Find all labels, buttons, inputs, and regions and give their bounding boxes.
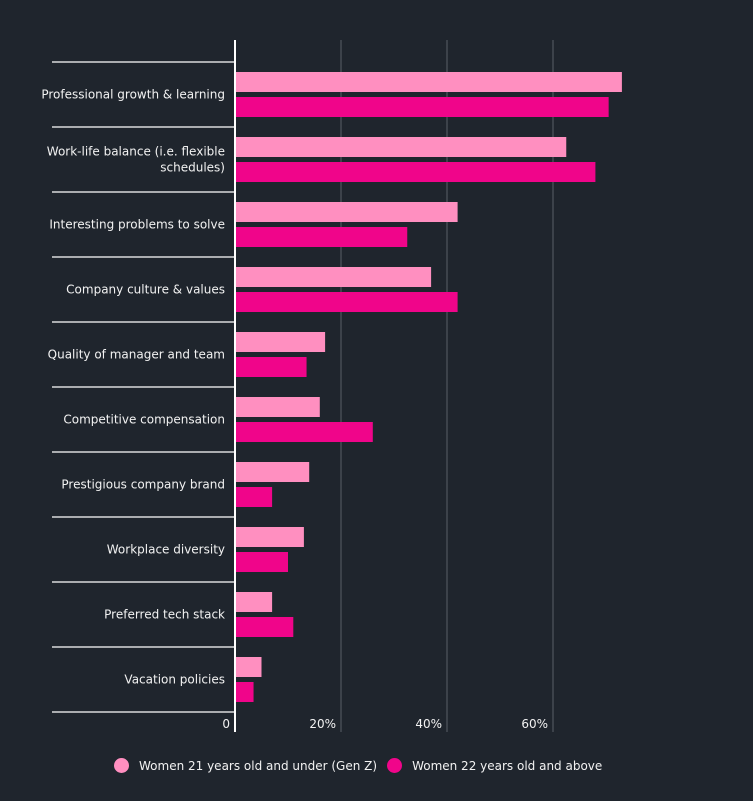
bar-gen-z[interactable] (235, 332, 326, 352)
bar-gen-z[interactable] (235, 462, 310, 482)
x-axis-ticks: 0 20% 40% 60% (222, 717, 548, 731)
bar-22-plus[interactable] (235, 617, 294, 637)
legend-swatch-22-plus (387, 758, 403, 773)
bar-chart: Professional growth & learning Work-life … (41, 40, 622, 732)
bar-22-plus[interactable] (235, 357, 307, 377)
category-label: Work-life balance (i.e. flexible schedule… (47, 145, 225, 175)
bar-22-plus[interactable] (235, 292, 458, 312)
category-label: Quality of manager and team (48, 348, 225, 362)
category-label: Workplace diversity (107, 543, 225, 557)
bar-gen-z[interactable] (235, 202, 458, 222)
bar-22-plus[interactable] (235, 162, 596, 182)
bar-22-plus[interactable] (235, 422, 373, 442)
bars (235, 72, 622, 702)
category-label: Prestigious company brand (61, 478, 225, 492)
category-label: Preferred tech stack (104, 608, 225, 622)
legend-label-22-plus: Women 22 years old and above (412, 758, 603, 773)
bar-22-plus[interactable] (235, 97, 609, 117)
category-label: Professional growth & learning (41, 88, 225, 102)
x-tick-label: 20% (309, 717, 336, 731)
legend: Women 21 years old and under (Gen Z) Wom… (114, 758, 612, 773)
category-label: Vacation policies (124, 673, 225, 687)
x-tick-label: 0 (222, 717, 230, 731)
bar-22-plus[interactable] (235, 487, 273, 507)
bar-22-plus[interactable] (235, 552, 288, 572)
bar-gen-z[interactable] (235, 592, 273, 612)
category-label: Interesting problems to solve (49, 218, 225, 232)
legend-label-gen-z: Women 21 years old and under (Gen Z) (139, 758, 378, 773)
bar-gen-z[interactable] (235, 397, 320, 417)
bar-gen-z[interactable] (235, 137, 567, 157)
legend-item-gen-z[interactable]: Women 21 years old and under (Gen Z) (114, 758, 377, 773)
bar-gen-z[interactable] (235, 267, 432, 287)
x-tick-label: 60% (521, 717, 548, 731)
bar-22-plus[interactable] (235, 682, 254, 702)
bar-gen-z[interactable] (235, 527, 304, 547)
legend-item-22-plus[interactable]: Women 22 years old and above (387, 758, 602, 773)
bar-gen-z[interactable] (235, 657, 262, 677)
legend-swatch-gen-z (114, 758, 129, 773)
x-tick-label: 40% (415, 717, 442, 731)
category-label: Competitive compensation (63, 413, 225, 427)
category-label: Company culture & values (66, 283, 225, 297)
bar-22-plus[interactable] (235, 227, 408, 247)
bar-gen-z[interactable] (235, 72, 622, 92)
